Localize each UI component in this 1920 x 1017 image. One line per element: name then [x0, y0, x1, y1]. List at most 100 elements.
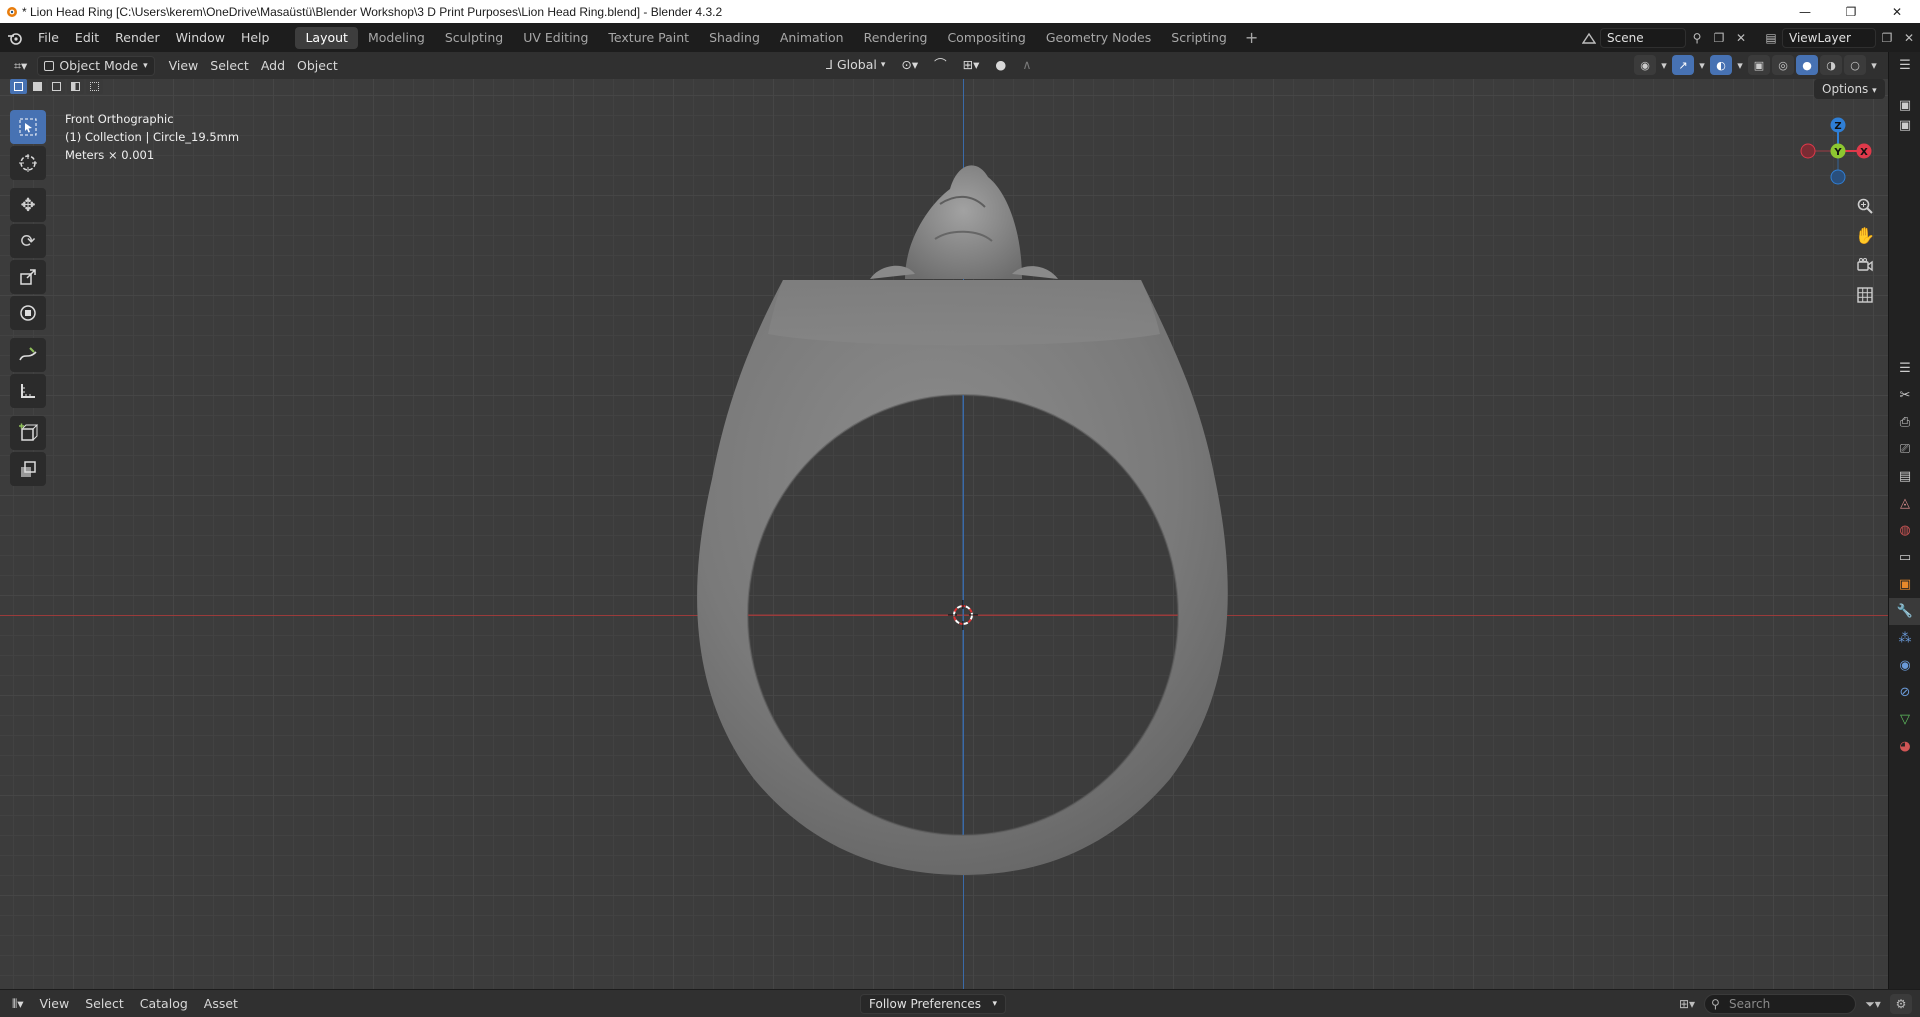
collection-properties-icon[interactable]: ▭ — [1889, 544, 1920, 571]
delete-view-layer-icon[interactable]: ✕ — [1898, 28, 1920, 48]
bottom-menu-asset[interactable]: Asset — [196, 996, 246, 1011]
properties-menu-icon[interactable]: ☰ — [1889, 355, 1920, 382]
pivot-point-icon[interactable]: ⊙▾ — [895, 55, 924, 75]
chevron-down-icon[interactable]: ▾ — [1696, 55, 1708, 75]
view-layer-field[interactable]: ViewLayer — [1782, 27, 1876, 48]
editor-type-icon[interactable]: ⌗▾ — [8, 56, 33, 76]
tab-texture-paint[interactable]: Texture Paint — [598, 27, 699, 49]
tab-compositing[interactable]: Compositing — [937, 27, 1035, 49]
select-extend-icon[interactable] — [29, 79, 46, 94]
display-mode-icon[interactable]: ⊞▾ — [1676, 994, 1698, 1014]
chevron-down-icon[interactable]: ▾ — [1868, 55, 1880, 75]
move-tool-icon[interactable]: ✥ — [10, 188, 46, 222]
overlays-toggle-icon[interactable]: ◐ — [1710, 55, 1732, 75]
measure-tool-icon[interactable] — [10, 374, 46, 408]
menu-window[interactable]: Window — [168, 27, 233, 49]
menu-render[interactable]: Render — [107, 27, 168, 49]
select-invert-icon[interactable] — [67, 79, 84, 94]
falloff-icon[interactable]: ∧ — [1016, 55, 1037, 75]
bottom-menu-catalog[interactable]: Catalog — [132, 996, 196, 1011]
snap-target-icon[interactable]: ⊞▾ — [957, 55, 986, 75]
new-view-layer-icon[interactable]: ❐ — [1876, 28, 1898, 48]
tab-rendering[interactable]: Rendering — [854, 27, 938, 49]
object-properties-icon[interactable]: ▣ — [1889, 571, 1920, 598]
material-shading-icon[interactable]: ◑ — [1820, 55, 1842, 75]
scene-name-field[interactable]: Scene — [1600, 27, 1686, 48]
view-layer-icon[interactable]: ▤ — [1760, 28, 1782, 48]
world-properties-icon[interactable]: ◍ — [1889, 517, 1920, 544]
bottom-menu-view[interactable]: View — [32, 996, 78, 1011]
add-workspace-button[interactable]: + — [1237, 28, 1266, 47]
particles-properties-icon[interactable]: ⁂ — [1889, 625, 1920, 652]
tab-shading[interactable]: Shading — [699, 27, 770, 49]
select-new-icon[interactable] — [10, 79, 27, 94]
tab-modeling[interactable]: Modeling — [358, 27, 435, 49]
bottom-menu-select[interactable]: Select — [77, 996, 132, 1011]
extrude-tool-icon[interactable] — [10, 452, 46, 486]
pin-icon[interactable]: ⚲ — [1686, 28, 1708, 48]
xray-toggle-icon[interactable]: ▣ — [1748, 55, 1770, 75]
options-dropdown[interactable]: Options ▾ — [1814, 79, 1885, 99]
view-layer-properties-icon[interactable]: ▤ — [1889, 463, 1920, 490]
tab-animation[interactable]: Animation — [770, 27, 854, 49]
gizmo-x-axis[interactable]: X — [1856, 143, 1872, 159]
tab-sculpting[interactable]: Sculpting — [435, 27, 513, 49]
annotate-tool-icon[interactable] — [10, 338, 46, 372]
camera-view-icon[interactable] — [1852, 252, 1878, 278]
data-properties-icon[interactable]: ▽ — [1889, 706, 1920, 733]
physics-properties-icon[interactable]: ◉ — [1889, 652, 1920, 679]
pan-hand-icon[interactable]: ✋ — [1852, 222, 1878, 248]
maximize-button[interactable]: ❐ — [1828, 0, 1874, 23]
menu-file[interactable]: File — [30, 27, 67, 49]
3d-viewport[interactable]: Front Orthographic (1) Collection | Circ… — [0, 79, 1888, 989]
close-button[interactable]: ✕ — [1874, 0, 1920, 23]
gizmo-toggle-icon[interactable]: ↗ — [1672, 55, 1694, 75]
chevron-down-icon[interactable]: ▾ — [1658, 55, 1670, 75]
snap-toggle-icon[interactable]: ⌒ — [928, 55, 953, 75]
scene-properties-icon[interactable]: ◬ — [1889, 490, 1920, 517]
menu-object[interactable]: Object — [291, 56, 344, 76]
add-cube-tool-icon[interactable] — [10, 416, 46, 450]
select-intersect-icon[interactable] — [86, 79, 103, 94]
minimize-button[interactable]: — — [1782, 0, 1828, 23]
zoom-icon[interactable] — [1852, 193, 1878, 219]
camera-alt-icon[interactable]: ▣ — [1889, 115, 1920, 135]
gizmo-y-axis[interactable]: Y — [1830, 143, 1846, 159]
menu-add[interactable]: Add — [255, 56, 291, 76]
wireframe-shading-icon[interactable]: ◎ — [1772, 55, 1794, 75]
menu-select[interactable]: Select — [204, 56, 255, 76]
select-box-tool-icon[interactable] — [10, 110, 46, 144]
cursor-tool-icon[interactable] — [10, 146, 46, 180]
camera-icon[interactable]: ▣ — [1889, 95, 1920, 115]
tab-scripting[interactable]: Scripting — [1161, 27, 1237, 49]
output-properties-icon[interactable]: ⎚ — [1889, 436, 1920, 463]
tab-uv-editing[interactable]: UV Editing — [513, 27, 598, 49]
orthographic-grid-icon[interactable] — [1852, 282, 1878, 308]
menu-edit[interactable]: Edit — [67, 27, 107, 49]
visibility-icon[interactable]: ◉ — [1634, 55, 1656, 75]
menu-view[interactable]: View — [163, 56, 205, 76]
tab-layout[interactable]: Layout — [295, 26, 358, 49]
lion-head-ring-model[interactable] — [0, 79, 1888, 989]
navigation-gizmo[interactable]: Z X Y — [1798, 110, 1878, 190]
render-properties-icon[interactable]: ⎙ — [1889, 409, 1920, 436]
modifier-properties-icon[interactable]: 🔧 — [1889, 598, 1920, 625]
mode-dropdown[interactable]: Object Mode ▾ — [37, 55, 155, 76]
constraints-properties-icon[interactable]: ⊘ — [1889, 679, 1920, 706]
delete-scene-icon[interactable]: ✕ — [1730, 28, 1752, 48]
transform-tool-icon[interactable] — [10, 296, 46, 330]
select-subtract-icon[interactable] — [48, 79, 65, 94]
chevron-down-icon[interactable]: ▾ — [1734, 55, 1746, 75]
filter-icon[interactable]: ⏷▾ — [1862, 994, 1884, 1014]
scene-icon[interactable] — [1578, 28, 1600, 48]
settings-gear-icon[interactable]: ⚙ — [1890, 994, 1912, 1014]
proportional-edit-icon[interactable]: ● — [989, 55, 1012, 75]
menu-help[interactable]: Help — [233, 27, 278, 49]
gizmo-z-axis[interactable]: Z — [1830, 117, 1846, 133]
asset-search-input[interactable]: ⚲ Search — [1704, 994, 1856, 1014]
transform-orientation-dropdown[interactable]: ⅃ Global ▾ — [820, 55, 891, 75]
rendered-shading-icon[interactable]: ○ — [1844, 55, 1866, 75]
new-scene-icon[interactable]: ❐ — [1708, 28, 1730, 48]
asset-browser-editor-icon[interactable]: ⫴▾ — [0, 996, 32, 1012]
import-method-dropdown[interactable]: Follow Preferences ▾ — [860, 994, 1006, 1014]
